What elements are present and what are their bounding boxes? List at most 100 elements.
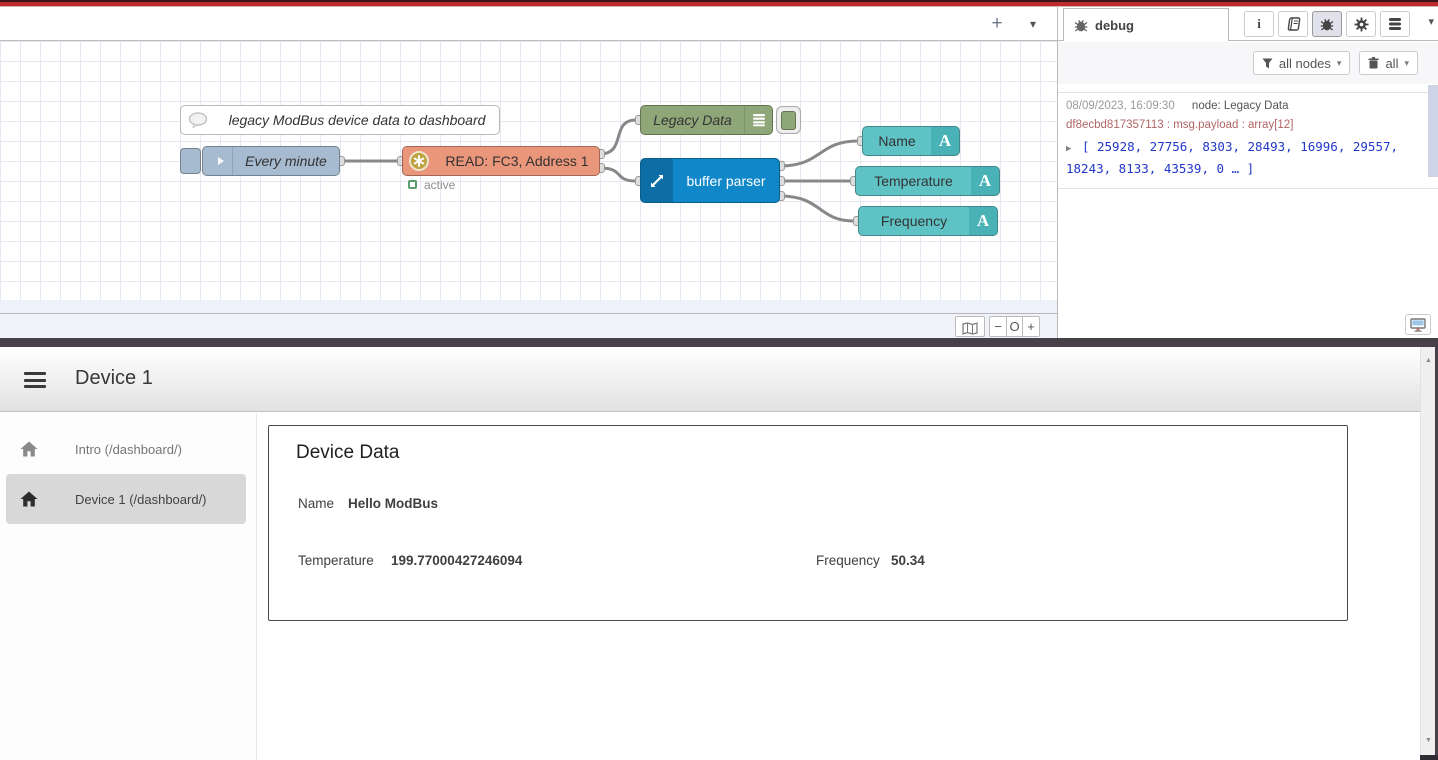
payload-line-1: [ 25928, 27756, 8303, 28493, 16996, 2955… bbox=[1082, 139, 1398, 154]
debug-message-payload: ▶ [ 25928, 27756, 8303, 28493, 16996, 29… bbox=[1066, 137, 1422, 178]
debug-node-label: Legacy Data bbox=[641, 112, 744, 128]
tab-debug-label: debug bbox=[1095, 18, 1134, 33]
expand-triangle-icon[interactable]: ▶ bbox=[1066, 144, 1071, 154]
debug-sidebar: debug i ▾ all bbox=[1057, 7, 1438, 338]
field-frequency-label: Frequency bbox=[816, 553, 880, 568]
sidebar-item-label: Intro (/dashboard/) bbox=[75, 442, 182, 457]
comment-node[interactable]: legacy ModBus device data to dashboard bbox=[180, 105, 500, 135]
sidebar-menu-chevron-icon[interactable]: ▾ bbox=[1428, 15, 1434, 28]
tab-debug[interactable]: debug bbox=[1063, 8, 1229, 41]
field-frequency-value: 50.34 bbox=[891, 553, 925, 568]
window-chrome-edge bbox=[0, 0, 1438, 7]
debug-message-timestamp: 08/09/2023, 16:09:30 bbox=[1066, 100, 1175, 112]
text-a-icon: A bbox=[969, 207, 997, 235]
zoom-reset-button[interactable]: O bbox=[1006, 316, 1023, 337]
flow-tab-bar: + ▾ bbox=[0, 7, 1057, 41]
debug-node-legacy-data[interactable]: Legacy Data bbox=[640, 105, 773, 135]
window-bottom-corner bbox=[1420, 755, 1438, 760]
browser-scrollbar[interactable]: ▲ ▼ bbox=[1420, 347, 1435, 760]
help-book-icon[interactable] bbox=[1278, 11, 1308, 37]
scroll-down-icon[interactable]: ▼ bbox=[1421, 737, 1436, 744]
payload-line-2: 18243, 8133, 43539, 0 … ] bbox=[1066, 159, 1422, 178]
open-dashboard-window-button[interactable] bbox=[1405, 314, 1431, 335]
modbus-status-text: active bbox=[424, 178, 455, 192]
context-database-icon[interactable] bbox=[1380, 11, 1410, 37]
flow-canvas[interactable]: legacy ModBus device data to dashboard E… bbox=[0, 41, 1057, 300]
debug-tab-button[interactable] bbox=[1312, 11, 1342, 37]
debug-toggle-button[interactable] bbox=[776, 106, 801, 134]
wire[interactable] bbox=[780, 141, 858, 166]
trash-icon bbox=[1368, 57, 1379, 69]
menu-hamburger-icon[interactable] bbox=[24, 372, 46, 388]
filter-nodes-button[interactable]: all nodes ▾ bbox=[1253, 51, 1351, 75]
chevron-down-icon: ▾ bbox=[1404, 58, 1409, 69]
clear-messages-button[interactable]: all ▾ bbox=[1359, 51, 1418, 75]
buffer-parser-node[interactable]: buffer parser bbox=[640, 158, 780, 203]
buffer-parser-node-label: buffer parser bbox=[673, 173, 779, 189]
wire[interactable] bbox=[600, 120, 636, 154]
text-a-icon: A bbox=[931, 127, 959, 155]
filter-nodes-label: all nodes bbox=[1279, 56, 1331, 71]
modbus-node-label: READ: FC3, Address 1 bbox=[435, 153, 599, 169]
sidebar-scrollbar[interactable] bbox=[1428, 85, 1438, 177]
sidebar-item-intro[interactable]: Intro (/dashboard/) bbox=[6, 429, 246, 469]
debug-message[interactable]: 08/09/2023, 16:09:30 node: Legacy Data d… bbox=[1058, 92, 1438, 189]
list-icon bbox=[744, 106, 772, 134]
canvas-hscrollbar[interactable] bbox=[0, 300, 1057, 313]
clear-messages-label: all bbox=[1385, 56, 1398, 71]
screen: + ▾ bbox=[0, 0, 1438, 760]
editor-footer: − O + bbox=[0, 313, 1057, 338]
device-data-card: Device Data Name Hello ModBus Temperatur… bbox=[268, 425, 1348, 621]
field-name-value: Hello ModBus bbox=[348, 496, 438, 511]
wire[interactable] bbox=[780, 196, 854, 221]
funnel-icon bbox=[1262, 58, 1273, 69]
text-a-icon: A bbox=[971, 167, 999, 195]
wire[interactable] bbox=[600, 168, 636, 181]
inject-arrow-icon bbox=[203, 147, 233, 175]
node-red-editor: + ▾ bbox=[0, 7, 1057, 338]
dashboard-sidebar: Intro (/dashboard/) Device 1 (/dashboard… bbox=[0, 413, 257, 760]
debug-message-path: df8ecbd817357113 : msg.payload : array[1… bbox=[1066, 119, 1422, 131]
ui-text-node-frequency[interactable]: Frequency A bbox=[858, 206, 998, 236]
debug-toggle-state bbox=[781, 111, 796, 130]
navigator-map-icon[interactable] bbox=[955, 316, 985, 337]
card-title: Device Data bbox=[296, 442, 400, 464]
home-icon bbox=[20, 491, 38, 507]
config-gear-icon[interactable] bbox=[1346, 11, 1376, 37]
modbus-read-node[interactable]: READ: FC3, Address 1 bbox=[402, 146, 600, 176]
ui-text-node-temperature[interactable]: Temperature A bbox=[855, 166, 1000, 196]
sidebar-item-device-1[interactable]: Device 1 (/dashboard/) bbox=[6, 474, 246, 524]
sidebar-tab-bar: debug i ▾ bbox=[1058, 7, 1438, 41]
sidebar-toolbar: i bbox=[1244, 11, 1410, 37]
field-temperature-value: 199.77000427246094 bbox=[391, 553, 522, 568]
comment-bubble-icon bbox=[181, 106, 215, 134]
ui-text-node-name[interactable]: Name A bbox=[862, 126, 960, 156]
inject-node[interactable]: Every minute bbox=[202, 146, 340, 176]
flow-list-chevron-icon[interactable]: ▾ bbox=[1021, 12, 1045, 36]
comment-node-label: legacy ModBus device data to dashboard bbox=[215, 112, 499, 128]
home-icon bbox=[20, 441, 38, 457]
chevron-down-icon: ▾ bbox=[1337, 58, 1342, 69]
bug-icon bbox=[1320, 18, 1334, 31]
monitor-icon bbox=[1410, 318, 1426, 332]
inject-node-label: Every minute bbox=[233, 153, 339, 169]
resize-diagonal-icon bbox=[641, 159, 673, 202]
dashboard-title: Device 1 bbox=[75, 367, 153, 390]
field-temperature-label: Temperature bbox=[298, 553, 374, 568]
zoom-out-button[interactable]: − bbox=[989, 316, 1006, 337]
debug-filter-bar: all nodes ▾ all ▾ bbox=[1058, 42, 1438, 84]
scroll-up-icon[interactable]: ▲ bbox=[1421, 357, 1436, 364]
ui-frequency-label: Frequency bbox=[859, 213, 969, 229]
debug-message-source-node: node: Legacy Data bbox=[1192, 100, 1289, 112]
sidebar-item-label: Device 1 (/dashboard/) bbox=[75, 492, 207, 507]
zoom-in-button[interactable]: + bbox=[1023, 316, 1040, 337]
modbus-icon bbox=[403, 147, 435, 175]
add-flow-button[interactable]: + bbox=[983, 10, 1011, 38]
modbus-status-icon bbox=[408, 180, 417, 189]
bug-icon bbox=[1074, 19, 1088, 32]
info-tab-button[interactable]: i bbox=[1244, 11, 1274, 37]
field-name-label: Name bbox=[298, 496, 334, 511]
dashboard-window: Device 1 Intro (/dashboard/) Device 1 (/… bbox=[0, 347, 1438, 760]
inject-button[interactable] bbox=[180, 148, 201, 174]
ui-temperature-label: Temperature bbox=[856, 173, 971, 189]
